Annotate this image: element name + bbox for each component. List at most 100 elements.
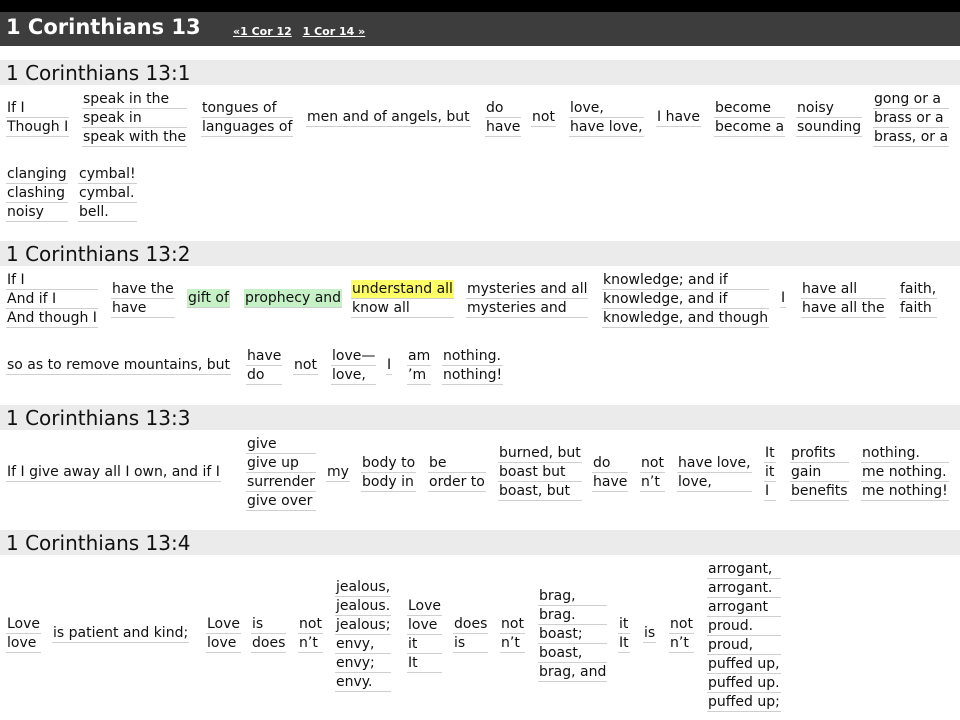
translation-option[interactable]: is patient and kind;: [52, 624, 190, 643]
translation-option[interactable]: nothing.: [861, 444, 949, 463]
translation-option[interactable]: is: [643, 624, 657, 643]
translation-option[interactable]: It: [618, 634, 630, 653]
translation-option[interactable]: have: [246, 347, 283, 366]
translation-option[interactable]: tongues of: [201, 99, 294, 118]
translation-option[interactable]: profits: [790, 444, 849, 463]
translation-option[interactable]: it: [407, 635, 443, 654]
translation-option[interactable]: faith: [899, 299, 938, 318]
translation-option[interactable]: understand all: [351, 280, 454, 299]
translation-option[interactable]: bell.: [78, 203, 137, 222]
translation-option[interactable]: have: [485, 118, 522, 137]
translation-option[interactable]: brag, and: [538, 663, 608, 682]
translation-option[interactable]: If I: [6, 99, 70, 118]
translation-option[interactable]: knowledge; and if: [602, 271, 770, 290]
translation-option[interactable]: surrender: [246, 473, 316, 492]
translation-option[interactable]: have: [592, 473, 629, 492]
translation-option[interactable]: mysteries and all: [466, 280, 589, 299]
translation-option[interactable]: puffed up.: [707, 674, 781, 693]
translation-option[interactable]: Love: [206, 615, 242, 634]
translation-option[interactable]: noisy: [796, 99, 863, 118]
translation-option[interactable]: jealous;: [335, 616, 392, 635]
translation-option[interactable]: do: [246, 366, 283, 385]
translation-option[interactable]: proud,: [707, 636, 781, 655]
translation-option[interactable]: I: [764, 482, 776, 501]
translation-option[interactable]: have: [111, 299, 175, 318]
translation-option[interactable]: knowledge, and though: [602, 309, 770, 328]
translation-option[interactable]: benefits: [790, 482, 849, 501]
translation-option[interactable]: puffed up,: [707, 655, 781, 674]
translation-option[interactable]: I: [780, 289, 787, 308]
translation-option[interactable]: cymbal.: [78, 184, 137, 203]
translation-option[interactable]: boast;: [538, 625, 608, 644]
translation-option[interactable]: become a: [714, 118, 786, 137]
translation-option[interactable]: arrogant.: [707, 579, 781, 598]
translation-option[interactable]: is: [453, 634, 489, 653]
translation-option[interactable]: It: [407, 654, 443, 673]
translation-option[interactable]: mysteries and: [466, 299, 589, 318]
translation-option[interactable]: brass, or a: [873, 128, 950, 147]
translation-option[interactable]: love: [6, 634, 42, 653]
translation-option[interactable]: it: [764, 463, 776, 482]
translation-option[interactable]: n’t: [298, 634, 323, 653]
translation-option[interactable]: Love: [6, 615, 42, 634]
translation-option[interactable]: love,: [569, 99, 644, 118]
translation-option[interactable]: have love,: [569, 118, 644, 137]
translation-option[interactable]: cymbal!: [78, 165, 137, 184]
translation-option[interactable]: love: [206, 634, 242, 653]
translation-option[interactable]: not: [531, 108, 556, 127]
translation-option[interactable]: brass or a: [873, 109, 950, 128]
translation-option[interactable]: n’t: [500, 634, 525, 653]
translation-option[interactable]: If I give away all I own, and if I: [6, 463, 221, 482]
translation-option[interactable]: body to: [361, 454, 417, 473]
translation-option[interactable]: love: [407, 616, 443, 635]
translation-option[interactable]: And if I: [6, 290, 98, 309]
translation-option[interactable]: speak in: [82, 109, 188, 128]
translation-option[interactable]: have the: [111, 280, 175, 299]
translation-option[interactable]: I have: [656, 108, 701, 127]
translation-option[interactable]: nothing.: [442, 347, 504, 366]
translation-option[interactable]: not: [500, 615, 525, 634]
translation-option[interactable]: men and of angels, but: [306, 108, 471, 127]
translation-option[interactable]: me nothing.: [861, 463, 949, 482]
translation-option[interactable]: clanging: [6, 165, 68, 184]
translation-option[interactable]: And though I: [6, 309, 98, 328]
translation-option[interactable]: give up: [246, 454, 316, 473]
translation-option[interactable]: does: [453, 615, 489, 634]
translation-option[interactable]: it: [618, 615, 630, 634]
translation-option[interactable]: love,: [677, 473, 752, 492]
translation-option[interactable]: n’t: [669, 634, 694, 653]
translation-option[interactable]: have all: [801, 280, 886, 299]
translation-option[interactable]: not: [293, 356, 318, 375]
translation-option[interactable]: me nothing!: [861, 482, 949, 501]
translation-option[interactable]: ’m: [407, 366, 432, 385]
translation-option[interactable]: not: [640, 454, 665, 473]
translation-option[interactable]: do: [592, 454, 629, 473]
translation-option[interactable]: know all: [351, 299, 454, 318]
translation-option[interactable]: Though I: [6, 118, 70, 137]
translation-option[interactable]: gain: [790, 463, 849, 482]
translation-option[interactable]: puffed up;: [707, 693, 781, 712]
translation-option[interactable]: Love: [407, 597, 443, 616]
translation-option[interactable]: boast, but: [498, 482, 582, 501]
translation-option[interactable]: brag.: [538, 606, 608, 625]
translation-option[interactable]: noisy: [6, 203, 68, 222]
translation-option[interactable]: body in: [361, 473, 417, 492]
translation-option[interactable]: nothing!: [442, 366, 504, 385]
translation-option[interactable]: It: [764, 444, 776, 463]
translation-option[interactable]: arrogant,: [707, 560, 781, 579]
translation-option[interactable]: love,: [331, 366, 377, 385]
translation-option[interactable]: so as to remove mountains, but: [6, 356, 231, 375]
translation-option[interactable]: envy.: [335, 673, 392, 692]
next-chapter-link[interactable]: 1 Cor 14 »: [303, 25, 366, 38]
translation-option[interactable]: envy,: [335, 635, 392, 654]
translation-option[interactable]: n’t: [640, 473, 665, 492]
translation-option[interactable]: If I: [6, 271, 98, 290]
translation-option[interactable]: prophecy and: [244, 289, 343, 308]
translation-option[interactable]: jealous,: [335, 578, 392, 597]
translation-option[interactable]: boast,: [538, 644, 608, 663]
translation-option[interactable]: clashing: [6, 184, 68, 203]
translation-option[interactable]: gong or a: [873, 90, 950, 109]
translation-option[interactable]: envy;: [335, 654, 392, 673]
translation-option[interactable]: love—: [331, 347, 377, 366]
translation-option[interactable]: become: [714, 99, 786, 118]
